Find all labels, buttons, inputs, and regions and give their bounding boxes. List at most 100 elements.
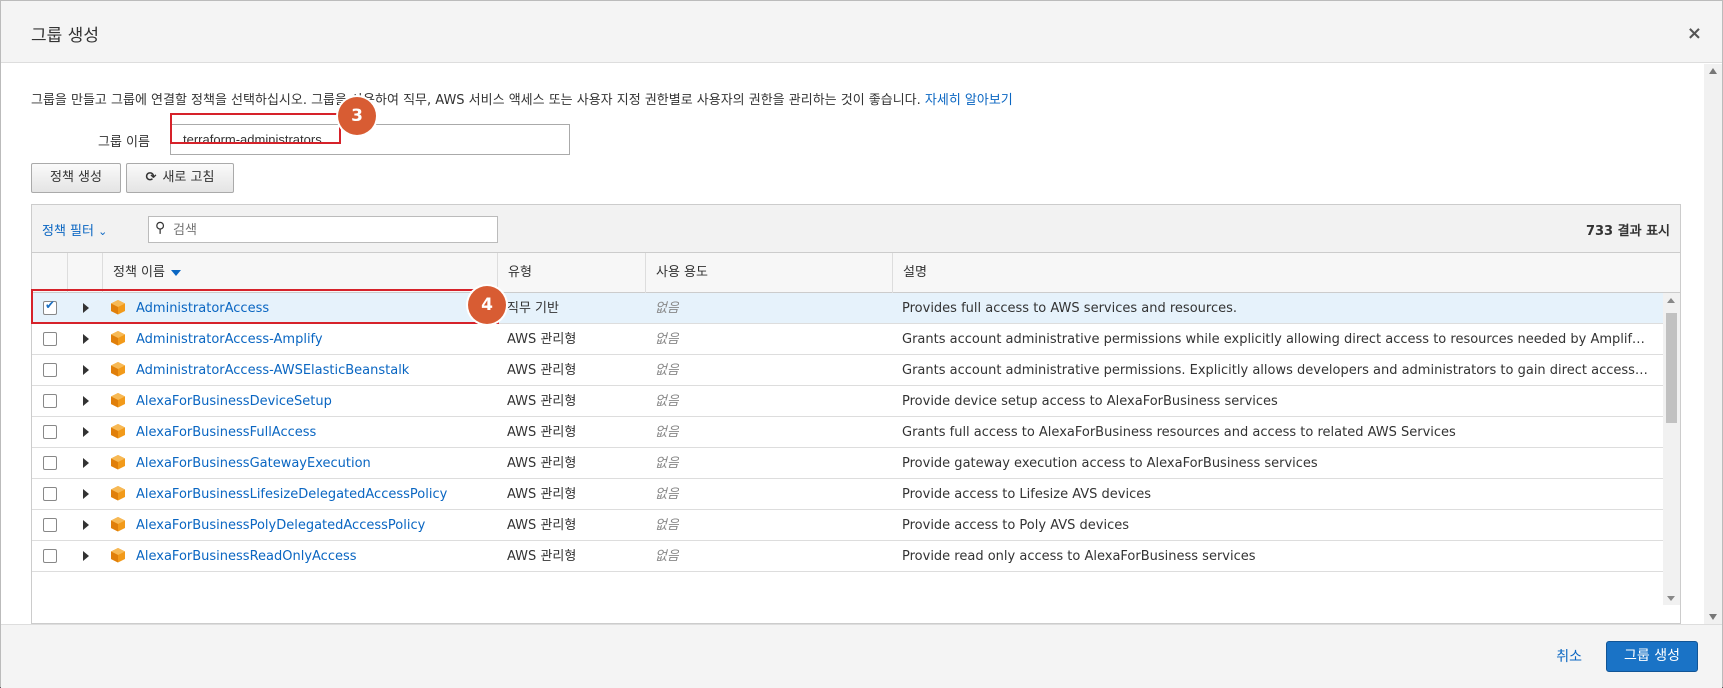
intro-text: 그룹을 만들고 그룹에 연결할 정책을 선택하십시오. 그룹을 사용하여 직무,… (31, 89, 1013, 108)
table-row[interactable]: AdministratorAccess 직무 기반 없음 Provides fu… (32, 293, 1665, 324)
step-badge-4: 4 (468, 286, 506, 324)
dialog-scrollbar[interactable] (1704, 64, 1722, 624)
row-checkbox[interactable] (43, 332, 57, 346)
row-checkbox[interactable] (43, 487, 57, 501)
policy-type: 직무 기반 (507, 301, 559, 316)
policy-name-link[interactable]: AlexaForBusinessPolyDelegatedAccessPolic… (136, 510, 425, 541)
policy-name-link[interactable]: AdministratorAccess-AWSElasticBeanstalk (136, 355, 409, 386)
table-row[interactable]: AlexaForBusinessDeviceSetup AWS 관리형 없음 P… (32, 386, 1665, 417)
policy-package-icon (111, 331, 125, 346)
dialog-scroll-down-icon[interactable] (1709, 614, 1717, 620)
table-scrollbar[interactable] (1663, 293, 1680, 605)
policy-name-link[interactable]: AlexaForBusinessFullAccess (136, 417, 316, 448)
policy-name-link[interactable]: AlexaForBusinessGatewayExecution (136, 448, 371, 479)
policy-package-icon (111, 486, 125, 501)
expand-caret-icon[interactable] (83, 520, 89, 530)
expand-caret-icon[interactable] (83, 365, 89, 375)
search-input[interactable] (173, 217, 493, 242)
table-row[interactable]: AlexaForBusinessFullAccess AWS 관리형 없음 Gr… (32, 417, 1665, 448)
policy-type: AWS 관리형 (507, 394, 577, 409)
expand-caret-icon[interactable] (83, 303, 89, 313)
cancel-button[interactable]: 취소 (1556, 646, 1582, 666)
search-box[interactable]: ⚲ (148, 216, 498, 243)
expand-caret-icon[interactable] (83, 334, 89, 344)
sort-desc-icon (170, 269, 181, 276)
policy-description: Provides full access to AWS services and… (902, 301, 1237, 316)
intro-description: 그룹을 만들고 그룹에 연결할 정책을 선택하십시오. 그룹을 사용하여 직무,… (31, 93, 925, 108)
chevron-down-icon: ⌄ (98, 225, 108, 238)
policy-filter-label: 정책 필터 (42, 224, 94, 239)
row-checkbox[interactable] (43, 394, 57, 408)
row-checkbox[interactable] (43, 456, 57, 470)
dialog-header: 그룹 생성 × (1, 1, 1722, 63)
close-icon[interactable]: × (1687, 23, 1702, 44)
refresh-button[interactable]: ⟳ 새로 고침 (126, 163, 234, 193)
header-expand (68, 253, 103, 293)
policy-usage: 없음 (655, 301, 679, 316)
policy-type: AWS 관리형 (507, 456, 577, 471)
expand-caret-icon[interactable] (83, 396, 89, 406)
table-row[interactable]: AdministratorAccess-Amplify AWS 관리형 없음 G… (32, 324, 1665, 355)
policy-usage: 없음 (655, 518, 679, 533)
expand-caret-icon[interactable] (83, 427, 89, 437)
policy-type: AWS 관리형 (507, 549, 577, 564)
policy-description: Provide device setup access to AlexaForB… (902, 394, 1278, 409)
policy-description: Grants account administrative permission… (902, 332, 1652, 347)
policy-type: AWS 관리형 (507, 363, 577, 378)
refresh-label: 새로 고침 (162, 170, 215, 185)
policy-filter-dropdown[interactable]: 정책 필터 ⌄ (42, 220, 107, 239)
header-type[interactable]: 유형 (498, 253, 646, 293)
header-select (32, 253, 68, 293)
table-row[interactable]: AlexaForBusinessReadOnlyAccess AWS 관리형 없… (32, 541, 1665, 572)
policy-name-link[interactable]: AlexaForBusinessDeviceSetup (136, 386, 332, 417)
result-count: 733 결과 표시 (1585, 224, 1670, 239)
expand-caret-icon[interactable] (83, 458, 89, 468)
policy-description: Grants account administrative permission… (902, 363, 1652, 378)
dialog-footer: 취소 그룹 생성 (1, 624, 1722, 688)
policy-usage: 없음 (655, 332, 679, 347)
row-checkbox[interactable] (43, 298, 57, 315)
create-group-button[interactable]: 그룹 생성 (1606, 641, 1698, 672)
policy-description: Provide access to Lifesize AVS devices (902, 487, 1152, 502)
policy-package-icon (111, 548, 125, 563)
table-body: AdministratorAccess 직무 기반 없음 Provides fu… (32, 293, 1665, 605)
header-policy-name[interactable]: 정책 이름 (103, 253, 498, 293)
row-checkbox[interactable] (43, 518, 57, 532)
table-row[interactable]: AlexaForBusinessPolyDelegatedAccessPolic… (32, 510, 1665, 541)
header-description[interactable]: 설명 (893, 253, 1673, 293)
table-row[interactable]: AdministratorAccess-AWSElasticBeanstalk … (32, 355, 1665, 386)
policy-type: AWS 관리형 (507, 487, 577, 502)
policy-package-icon (111, 517, 125, 532)
scroll-down-icon[interactable] (1667, 596, 1675, 601)
create-policy-button[interactable]: 정책 생성 (31, 163, 121, 193)
step-badge-3: 3 (338, 97, 376, 135)
policy-name-link[interactable]: AlexaForBusinessReadOnlyAccess (136, 541, 357, 572)
policy-package-icon (111, 300, 125, 315)
policy-usage: 없음 (655, 425, 679, 440)
policy-name-link[interactable]: AlexaForBusinessLifesizeDelegatedAccessP… (136, 479, 447, 510)
header-usage[interactable]: 사용 용도 (646, 253, 893, 293)
header-policy-name-label: 정책 이름 (113, 265, 165, 280)
row-checkbox[interactable] (43, 549, 57, 563)
scroll-up-icon[interactable] (1667, 298, 1675, 303)
table-toolbar: 정책 필터 ⌄ ⚲ 733 결과 표시 (32, 205, 1680, 253)
policy-usage: 없음 (655, 549, 679, 564)
create-group-dialog: 그룹 생성 × 그룹을 만들고 그룹에 연결할 정책을 선택하십시오. 그룹을 … (0, 0, 1723, 688)
policy-name-link[interactable]: AdministratorAccess-Amplify (136, 324, 323, 355)
policy-usage: 없음 (655, 363, 679, 378)
row-checkbox[interactable] (43, 363, 57, 377)
policy-table: 정책 필터 ⌄ ⚲ 733 결과 표시 정책 이름 유형 사용 용도 설명 (31, 204, 1681, 624)
policy-usage: 없음 (655, 456, 679, 471)
learn-more-link[interactable]: 자세히 알아보기 (925, 93, 1013, 108)
table-row[interactable]: AlexaForBusinessLifesizeDelegatedAccessP… (32, 479, 1665, 510)
dialog-scroll-up-icon[interactable] (1709, 68, 1717, 74)
table-row[interactable]: AlexaForBusinessGatewayExecution AWS 관리형… (32, 448, 1665, 479)
policy-description: Grants full access to AlexaForBusiness r… (902, 425, 1456, 440)
expand-caret-icon[interactable] (83, 551, 89, 561)
dialog-body: 그룹을 만들고 그룹에 연결할 정책을 선택하십시오. 그룹을 사용하여 직무,… (1, 64, 1706, 624)
row-checkbox[interactable] (43, 425, 57, 439)
expand-caret-icon[interactable] (83, 489, 89, 499)
policy-name-link[interactable]: AdministratorAccess (136, 293, 269, 324)
policy-description: Provide read only access to AlexaForBusi… (902, 549, 1256, 564)
scroll-thumb[interactable] (1666, 313, 1677, 423)
